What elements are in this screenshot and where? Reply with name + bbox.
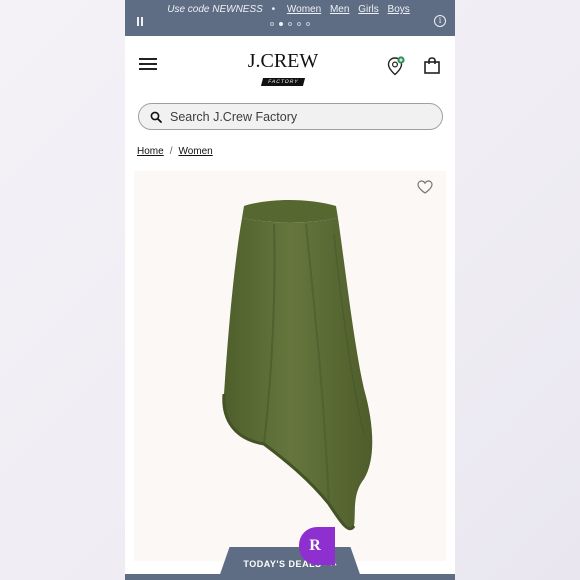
rewards-badge-letter: R: [309, 537, 321, 554]
mobile-page: Use code NEWNESS • Women Men Girls Boys …: [125, 0, 455, 580]
promo-link-women[interactable]: Women: [287, 4, 321, 15]
bottom-bar: [125, 574, 455, 580]
search-input[interactable]: [170, 109, 420, 124]
search-icon: [150, 111, 162, 123]
promo-link-boys[interactable]: Boys: [388, 4, 410, 15]
logo-wordmark: J.CREW: [247, 50, 319, 72]
logo-factory-tag: FACTORY: [260, 78, 306, 86]
carousel-dot[interactable]: [297, 22, 301, 26]
breadcrumb-women[interactable]: Women: [178, 146, 212, 157]
breadcrumb-home[interactable]: Home: [137, 146, 164, 157]
rewards-badge[interactable]: R: [299, 527, 335, 565]
hamburger-menu-icon[interactable]: [139, 58, 157, 70]
pause-icon[interactable]: [136, 17, 144, 26]
carousel-dot-active[interactable]: [279, 22, 283, 26]
promo-text-row: Use code NEWNESS • Women Men Girls Boys: [125, 4, 455, 15]
store-location-icon[interactable]: [387, 56, 405, 76]
carousel-dots: [270, 22, 310, 26]
promo-code-text: Use code NEWNESS: [167, 4, 263, 15]
heart-icon[interactable]: [417, 180, 433, 194]
jcrew-factory-logo[interactable]: J.CREW FACTORY: [245, 50, 321, 86]
green-poncho-image: [222, 200, 373, 531]
carousel-dot[interactable]: [306, 22, 310, 26]
promo-link-girls[interactable]: Girls: [358, 4, 379, 15]
promo-separator: •: [271, 4, 276, 15]
product-image[interactable]: [134, 171, 446, 561]
breadcrumb-separator: /: [169, 146, 173, 157]
promo-link-men[interactable]: Men: [330, 4, 349, 15]
carousel-dot[interactable]: [288, 22, 292, 26]
search-bar[interactable]: [138, 103, 443, 130]
carousel-dot[interactable]: [270, 22, 274, 26]
promo-banner: Use code NEWNESS • Women Men Girls Boys …: [125, 0, 455, 36]
info-icon[interactable]: i: [434, 15, 446, 27]
shopping-bag-icon[interactable]: [424, 57, 440, 74]
breadcrumb: Home / Women: [137, 146, 213, 157]
